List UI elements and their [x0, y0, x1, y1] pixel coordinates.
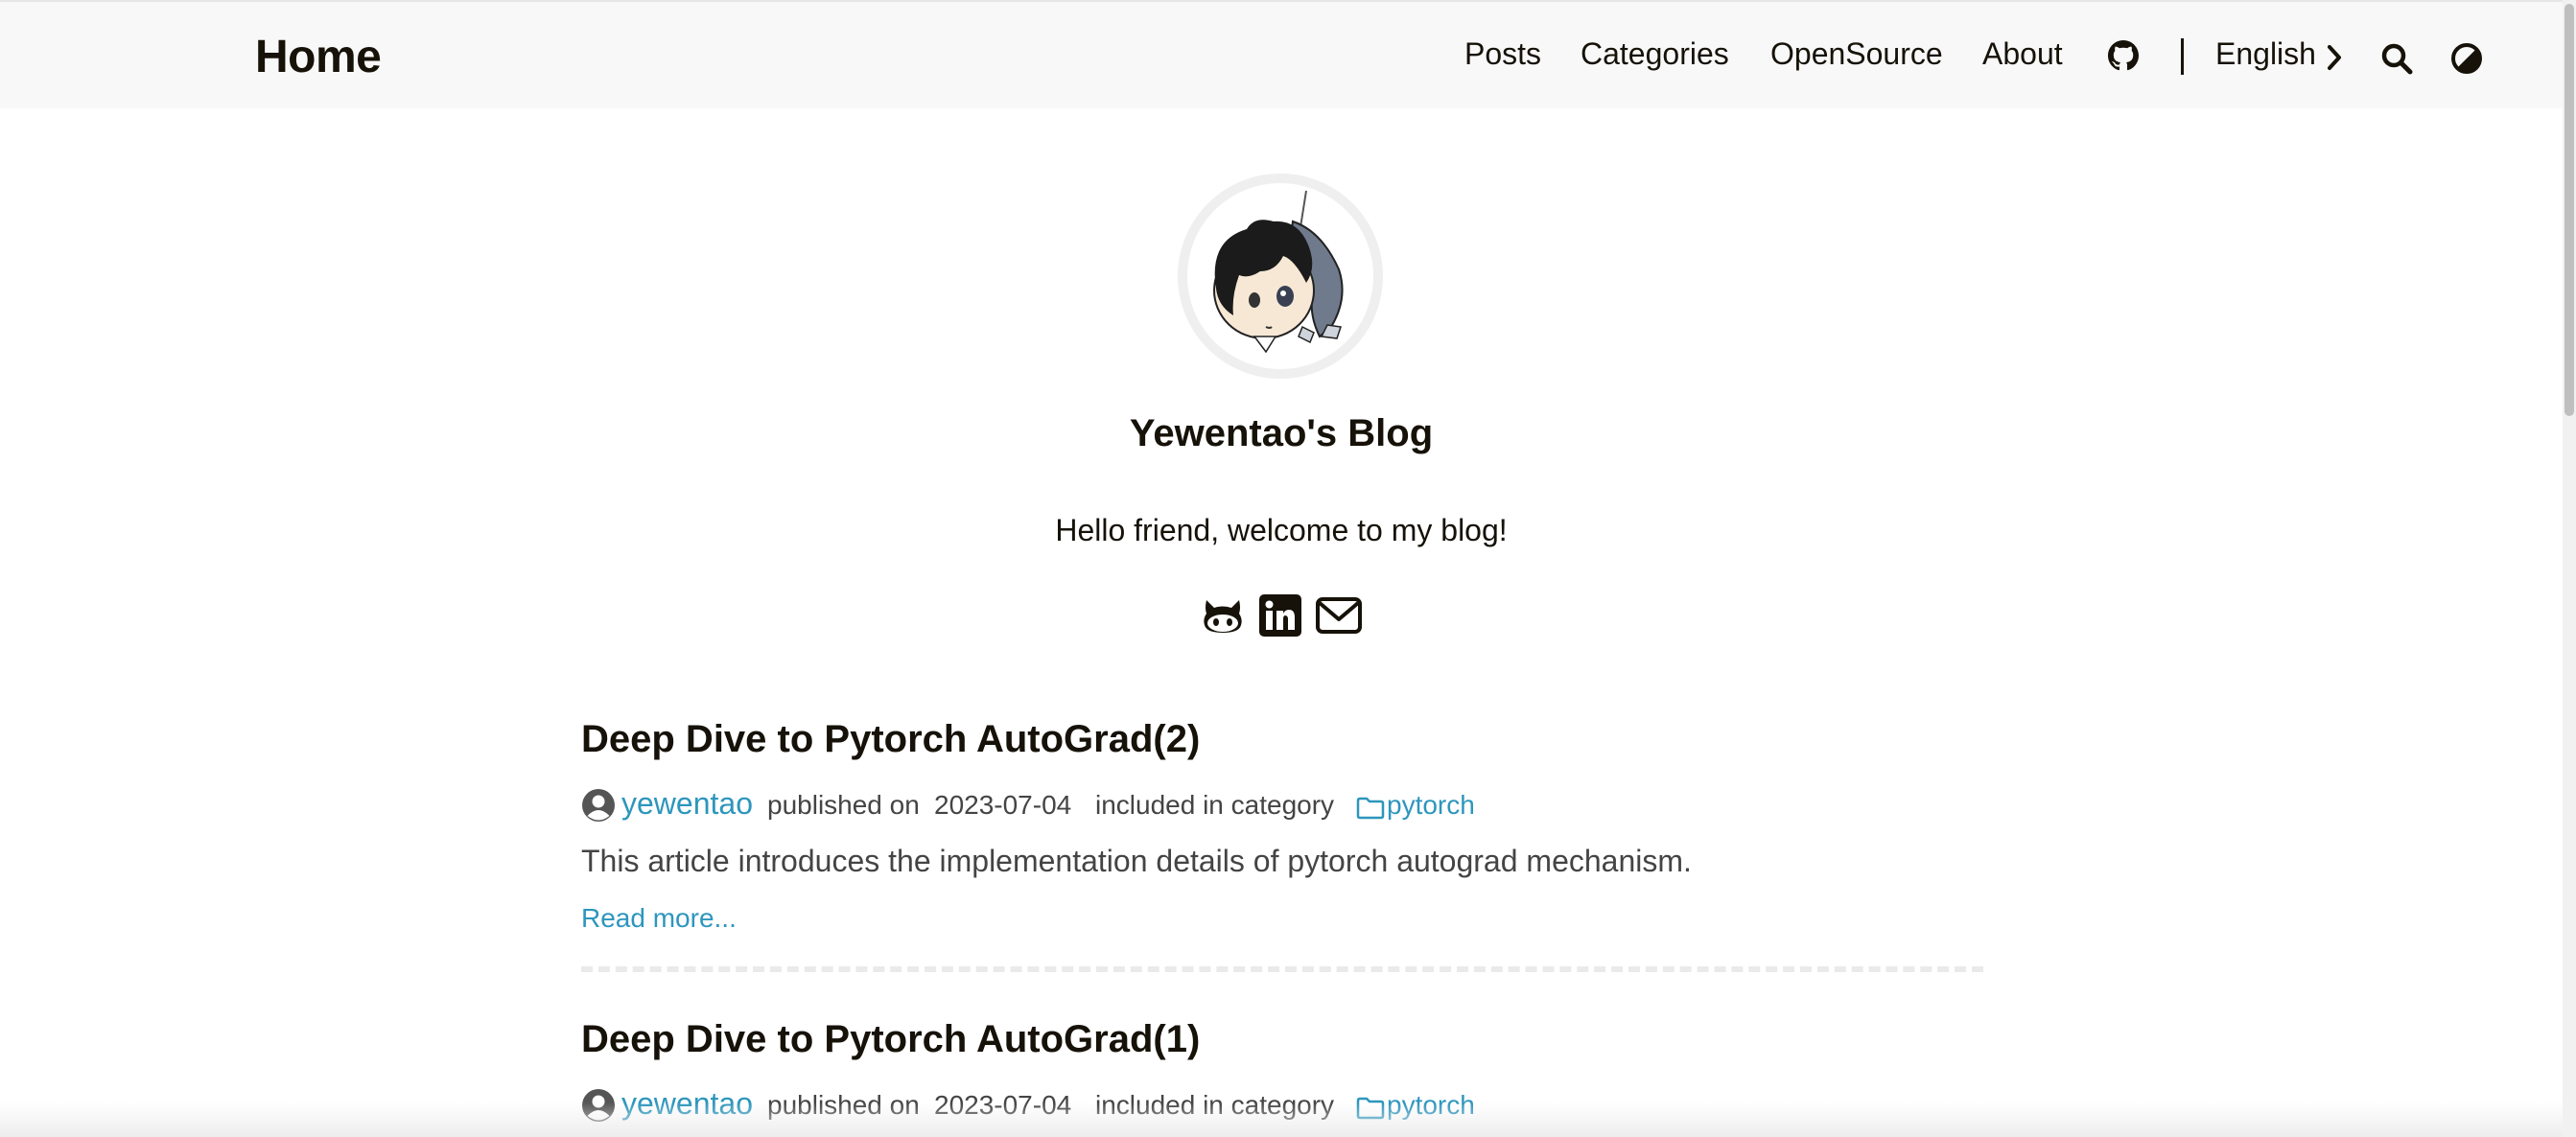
category-label: included in category [1095, 790, 1335, 820]
post-title[interactable]: Deep Dive to Pytorch AutoGrad(2) [581, 718, 1200, 761]
post-title[interactable]: Deep Dive to Pytorch AutoGrad(1) [581, 1018, 1200, 1061]
folder-icon [1356, 796, 1385, 826]
avatar-illustration [1213, 190, 1344, 354]
bottom-fade [0, 1102, 2563, 1137]
avatar [1178, 174, 1383, 379]
email-icon[interactable] [1315, 594, 1363, 641]
nav-opensource[interactable]: OpenSource [1770, 36, 1943, 72]
site-header: Home Posts Categories OpenSource About E… [0, 0, 2563, 108]
nav-divider [2181, 38, 2184, 75]
post-date: 2023-07-04 [934, 790, 1072, 820]
scrollbar-thumb[interactable] [2564, 4, 2574, 416]
github-icon[interactable] [1201, 594, 1245, 641]
language-switch[interactable]: English [2215, 36, 2316, 72]
author-icon [581, 788, 616, 829]
github-icon[interactable] [2108, 40, 2139, 76]
post-summary: This article introduces the implementati… [581, 844, 1692, 878]
home-logo-link[interactable]: Home [255, 31, 382, 83]
page: Home Posts Categories OpenSource About E… [0, 0, 2563, 1137]
linkedin-icon[interactable] [1259, 594, 1301, 641]
site-title: Yewentao's Blog [1129, 412, 1434, 454]
published-label: published on [767, 790, 920, 820]
read-more-link[interactable]: Read more... [581, 903, 737, 934]
nav-posts[interactable]: Posts [1464, 36, 1541, 72]
chevron-right-icon[interactable] [2325, 44, 2344, 76]
site-subtitle: Hello friend, welcome to my blog! [1055, 513, 1508, 547]
nav-about[interactable]: About [1982, 36, 2063, 72]
search-icon[interactable] [2380, 42, 2413, 80]
theme-toggle-icon[interactable] [2450, 42, 2483, 80]
nav-categories[interactable]: Categories [1581, 36, 1729, 72]
post-category-link[interactable]: pytorch [1387, 790, 1475, 821]
post-author-link[interactable]: yewentao [621, 786, 753, 822]
post-divider [581, 966, 1983, 972]
